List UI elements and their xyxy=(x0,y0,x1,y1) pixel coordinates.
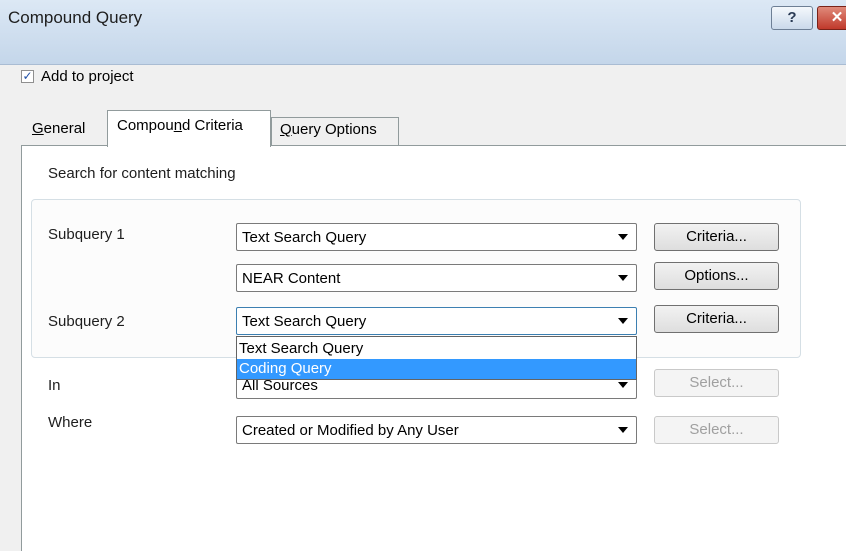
tab-options-mnemonic: Q xyxy=(280,121,292,138)
subquery2-label: Subquery 2 xyxy=(48,313,125,330)
in-select-button[interactable]: Select... xyxy=(654,369,779,397)
subquery1-criteria-button[interactable]: Criteria... xyxy=(654,223,779,251)
subquery1-select[interactable]: Text Search Query xyxy=(236,223,637,251)
add-to-project-label[interactable]: Add to project xyxy=(41,68,134,85)
help-button[interactable]: ? xyxy=(771,6,813,30)
tab-compound-label-pre: Compou xyxy=(117,117,174,134)
where-select-button[interactable]: Select... xyxy=(654,416,779,444)
subquery2-select[interactable]: Text Search Query xyxy=(236,307,637,335)
where-label: Where xyxy=(48,414,93,431)
tab-options-label-post: uery Options xyxy=(291,121,377,138)
subquery2-value: Text Search Query xyxy=(242,313,367,330)
chevron-down-icon[interactable] xyxy=(618,427,628,433)
tab-general[interactable]: General xyxy=(32,120,85,137)
in-label: In xyxy=(48,377,61,394)
title-bar: Compound Query ? ✕ xyxy=(0,0,846,65)
chevron-down-icon[interactable] xyxy=(618,234,628,240)
chevron-down-icon[interactable] xyxy=(618,275,628,281)
window-title: Compound Query xyxy=(8,8,143,27)
tab-compound-mnemonic: n xyxy=(173,117,183,134)
section-heading: Search for content matching xyxy=(48,165,236,182)
add-to-project-checkbox[interactable]: ✓ xyxy=(21,70,34,83)
dropdown-option-text-search[interactable]: Text Search Query xyxy=(237,339,636,359)
tab-compound-criteria[interactable]: Compound Criteria xyxy=(107,110,271,147)
where-value: Created or Modified by Any User xyxy=(242,422,459,439)
operator-value: NEAR Content xyxy=(242,270,341,287)
subquery2-criteria-button[interactable]: Criteria... xyxy=(654,305,779,333)
subquery1-label: Subquery 1 xyxy=(48,226,125,243)
tab-general-label: eneral xyxy=(43,120,86,137)
tab-compound-label-post: d Criteria xyxy=(182,117,243,134)
operator-options-button[interactable]: Options... xyxy=(654,262,779,290)
operator-select[interactable]: NEAR Content xyxy=(236,264,637,292)
compound-query-dialog: Compound Query ? ✕ ✓ Add to project Gene… xyxy=(0,0,846,551)
subquery2-dropdown-list: Text Search Query Coding Query xyxy=(236,336,637,380)
where-select[interactable]: Created or Modified by Any User xyxy=(236,416,637,444)
dropdown-option-coding-query[interactable]: Coding Query xyxy=(237,359,636,379)
tab-general-mnemonic: G xyxy=(32,120,44,137)
chevron-down-icon[interactable] xyxy=(618,318,628,324)
chevron-down-icon[interactable] xyxy=(618,382,628,388)
close-button[interactable]: ✕ xyxy=(817,6,846,30)
subquery1-value: Text Search Query xyxy=(242,229,367,246)
tab-query-options[interactable]: Query Options xyxy=(271,117,399,145)
